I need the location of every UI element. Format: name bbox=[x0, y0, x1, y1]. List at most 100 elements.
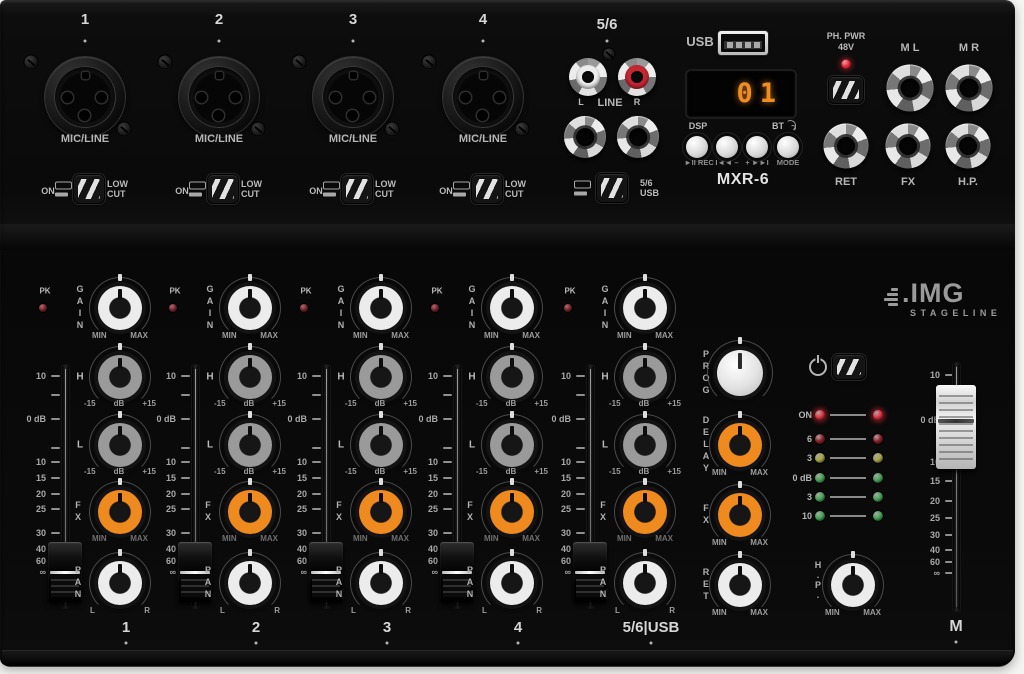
low-cut-button[interactable] bbox=[342, 175, 372, 203]
master-label-dot bbox=[955, 641, 958, 644]
rec-button[interactable] bbox=[686, 136, 708, 158]
gain-knob[interactable] bbox=[350, 277, 412, 339]
prog-knob[interactable] bbox=[707, 340, 773, 406]
screw bbox=[604, 49, 615, 60]
mode-button[interactable] bbox=[777, 136, 799, 158]
return-jack-label: RET bbox=[835, 176, 857, 188]
power-button[interactable] bbox=[833, 355, 865, 379]
delay-minmax: MINMAX bbox=[712, 468, 768, 477]
gain-knob[interactable] bbox=[614, 277, 676, 339]
low-eq-label: L bbox=[602, 440, 608, 451]
main-right-label: M R bbox=[959, 42, 979, 54]
meter-led bbox=[873, 453, 883, 463]
bt-signal-icon bbox=[786, 121, 796, 131]
strip-number: 3 bbox=[383, 620, 391, 637]
master-fader-cap[interactable] bbox=[936, 385, 976, 469]
prev-track-button[interactable] bbox=[716, 136, 738, 158]
pan-lr: LR bbox=[482, 606, 542, 615]
strip-number-dot bbox=[517, 642, 520, 645]
pan-knob[interactable] bbox=[350, 552, 412, 614]
channel-number-dot bbox=[606, 40, 609, 43]
low-eq-range: -15dB+15 bbox=[84, 467, 156, 476]
strip-number-dot bbox=[125, 642, 128, 645]
fx-return-knob[interactable] bbox=[709, 554, 771, 616]
main-right-jack bbox=[946, 65, 993, 112]
low-eq-range: -15dB+15 bbox=[476, 467, 548, 476]
mic-line-label: MIC/LINE bbox=[195, 133, 243, 145]
pan-lr: LR bbox=[351, 606, 411, 615]
meter-led-link-line bbox=[830, 457, 866, 459]
headphone-jack-label: H.P. bbox=[958, 176, 978, 188]
fx-jack-label: FX bbox=[901, 176, 915, 188]
meter-led-link-line bbox=[830, 438, 866, 440]
screw bbox=[159, 56, 172, 69]
logo-text: .IMG bbox=[902, 278, 965, 309]
logo-bars-icon bbox=[884, 288, 900, 306]
next-track-button[interactable] bbox=[746, 136, 768, 158]
gain-label: GAIN bbox=[467, 284, 477, 332]
gain-knob[interactable] bbox=[89, 277, 151, 339]
mic-line-label: MIC/LINE bbox=[61, 133, 109, 145]
high-eq-label: H bbox=[206, 372, 213, 383]
meter-led bbox=[873, 492, 883, 502]
channel-number-dot bbox=[218, 40, 221, 43]
channel-number-dot bbox=[84, 40, 87, 43]
meter-row-label: 3 bbox=[780, 492, 812, 502]
gain-minmax: MINMAX bbox=[617, 331, 673, 340]
pan-lr: LR bbox=[615, 606, 675, 615]
fx-minmax: MINMAX bbox=[353, 534, 409, 543]
mixer-panel: 1 MIC/LINE ON LOW CUT 2 MIC/LINE ON LOW bbox=[0, 0, 1015, 666]
source-select-button[interactable] bbox=[597, 174, 627, 202]
low-eq-range: -15dB+15 bbox=[214, 467, 286, 476]
meter-led-link-line bbox=[830, 477, 866, 479]
combo-jack bbox=[443, 57, 523, 137]
high-eq-label: H bbox=[337, 372, 344, 383]
mic-input-channel: 2 MIC/LINE ON LOW CUT bbox=[149, 8, 289, 220]
fx-send-jack bbox=[886, 124, 931, 169]
meter-led bbox=[873, 511, 883, 521]
meter-row-label: ON bbox=[780, 410, 812, 420]
meter-led-link-line bbox=[830, 496, 866, 498]
gain-minmax: MINMAX bbox=[222, 331, 278, 340]
screw bbox=[293, 56, 306, 69]
next-button-label: + ►►I bbox=[745, 159, 768, 167]
phantom-switch-button[interactable] bbox=[829, 77, 863, 103]
fx-label: FX bbox=[598, 500, 608, 524]
high-eq-label: H bbox=[601, 372, 608, 383]
gain-knob[interactable] bbox=[481, 277, 543, 339]
fx-send-knob[interactable] bbox=[709, 484, 771, 546]
strip-number: 2 bbox=[252, 620, 260, 637]
pan-knob[interactable] bbox=[481, 552, 543, 614]
mic-line-label: MIC/LINE bbox=[329, 133, 377, 145]
combo-jack bbox=[179, 57, 259, 137]
headphone-knob[interactable] bbox=[822, 554, 884, 616]
pan-knob[interactable] bbox=[219, 552, 281, 614]
on-label: ON bbox=[439, 187, 453, 197]
low-cut-button[interactable] bbox=[74, 175, 104, 203]
on-switch-icon bbox=[189, 182, 207, 197]
meter-led bbox=[873, 473, 883, 483]
phantom-label-1: PH. PWR bbox=[827, 32, 866, 42]
low-cut-button[interactable] bbox=[208, 175, 238, 203]
source-switch-icon bbox=[574, 181, 592, 196]
on-label: ON bbox=[309, 187, 323, 197]
low-cut-button[interactable] bbox=[472, 175, 502, 203]
main-left-label: M L bbox=[901, 42, 920, 54]
delay-knob[interactable] bbox=[709, 414, 771, 476]
meter-led bbox=[815, 511, 825, 521]
dsp-label: DSP bbox=[689, 122, 708, 132]
gain-minmax: MINMAX bbox=[92, 331, 148, 340]
pan-knob[interactable] bbox=[614, 552, 676, 614]
seven-seg-display: 01 bbox=[687, 71, 795, 117]
gain-knob[interactable] bbox=[219, 277, 281, 339]
power-icon bbox=[809, 358, 827, 376]
low-cut-label-2: CUT bbox=[505, 190, 524, 200]
meter-row-label: 6 bbox=[780, 434, 812, 444]
on-label: ON bbox=[41, 187, 55, 197]
fx-minmax: MINMAX bbox=[484, 534, 540, 543]
high-eq-label: H bbox=[468, 372, 475, 383]
screw bbox=[118, 123, 131, 136]
master-label: M bbox=[949, 618, 962, 636]
gain-label: GAIN bbox=[336, 284, 346, 332]
pan-knob[interactable] bbox=[89, 552, 151, 614]
